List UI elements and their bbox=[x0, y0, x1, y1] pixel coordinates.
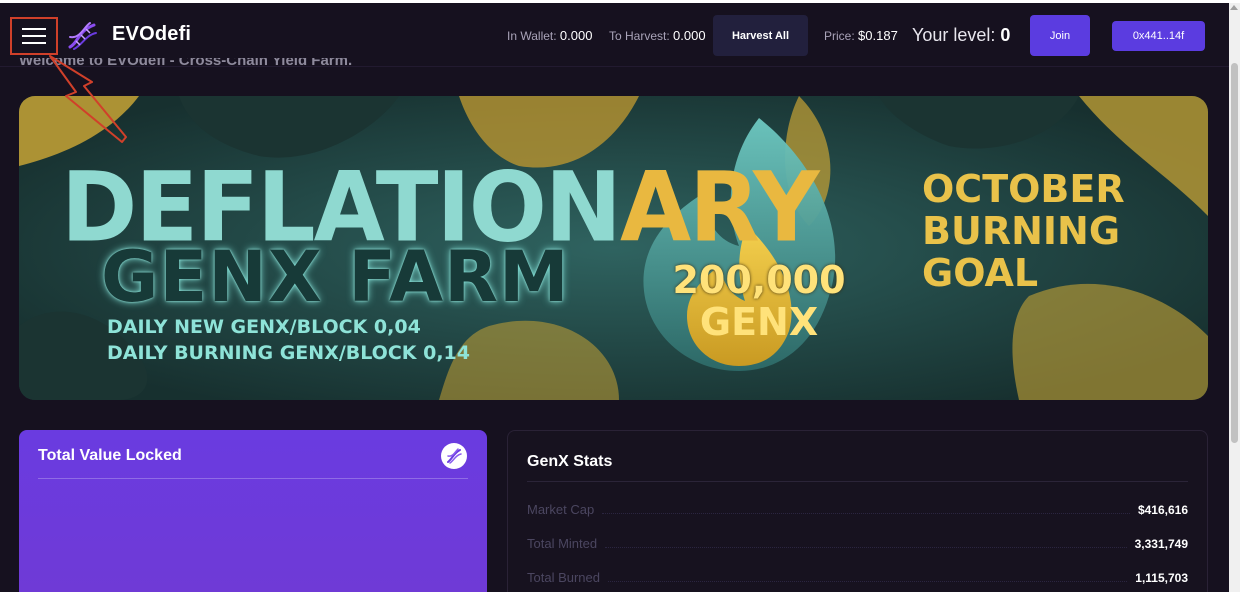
banner-goal-line2: BURNING bbox=[922, 209, 1121, 253]
brand-name[interactable]: EVOdefi bbox=[112, 23, 191, 46]
scroll-up-icon[interactable] bbox=[1230, 5, 1238, 10]
genx-stats-card: GenX Stats Market Cap $416,616 Total Min… bbox=[507, 430, 1208, 592]
stat-value: $416,616 bbox=[1137, 503, 1188, 517]
dna-logo-icon bbox=[68, 22, 97, 50]
wallet-address-button[interactable]: 0x441..14f bbox=[1112, 21, 1205, 51]
in-wallet-label: In Wallet: bbox=[507, 29, 557, 43]
in-wallet-value: 0.000 bbox=[559, 28, 593, 43]
total-value-locked-card: Total Value Locked bbox=[19, 430, 487, 592]
page-scrollbar[interactable] bbox=[1229, 3, 1240, 592]
to-harvest-stat: To Harvest: 0.000 bbox=[609, 28, 706, 43]
banner-goal-line1: OCTOBER bbox=[922, 167, 1125, 211]
stat-label: Total Burned bbox=[527, 570, 600, 585]
stat-value: 1,115,703 bbox=[1135, 571, 1188, 585]
tvl-divider bbox=[38, 478, 468, 479]
scrollbar-thumb[interactable] bbox=[1231, 63, 1238, 443]
banner-daily-burning: DAILY BURNING GENX/BLOCK 0,14 bbox=[107, 342, 470, 364]
stat-label: Market Cap bbox=[527, 502, 595, 517]
banner-goal-line3: GOAL bbox=[922, 251, 1039, 295]
genx-stats-divider bbox=[527, 481, 1188, 482]
harvest-all-button[interactable]: Harvest All bbox=[713, 15, 808, 56]
genx-stats-title: GenX Stats bbox=[527, 453, 613, 470]
stat-label: Total Minted bbox=[527, 536, 598, 551]
stat-value: 3,331,749 bbox=[1134, 537, 1188, 551]
annotation-arrow-icon bbox=[49, 55, 127, 143]
price-value: $0.187 bbox=[858, 28, 898, 43]
promo-banner[interactable]: DEFLATIONARY GENX FARM DAILY NEW GENX/BL… bbox=[19, 96, 1208, 400]
price-label: Price: bbox=[824, 29, 855, 43]
stat-row-total-minted: Total Minted 3,331,749 bbox=[527, 531, 1188, 551]
level-label: Your level: bbox=[912, 25, 996, 45]
to-harvest-label: To Harvest: bbox=[609, 29, 670, 43]
dna-badge-icon bbox=[441, 443, 467, 469]
user-level: Your level: 0 bbox=[912, 25, 1010, 46]
stat-row-total-burned: Total Burned 1,115,703 bbox=[527, 565, 1188, 585]
price-stat: Price: $0.187 bbox=[824, 28, 898, 43]
menu-icon[interactable] bbox=[10, 17, 58, 55]
tvl-title: Total Value Locked bbox=[38, 447, 182, 464]
to-harvest-value: 0.000 bbox=[673, 28, 706, 43]
join-button[interactable]: Join bbox=[1030, 15, 1090, 56]
in-wallet-stat: In Wallet: 0.000 bbox=[507, 28, 592, 43]
level-value: 0 bbox=[1000, 25, 1011, 45]
banner-goal-amount: 200,000 bbox=[672, 258, 846, 302]
banner-title-genx-farm: GENX FARM bbox=[101, 236, 570, 318]
stat-row-market-cap: Market Cap $416,616 bbox=[527, 497, 1188, 517]
banner-goal-token: GENX bbox=[699, 300, 819, 344]
banner-daily-new: DAILY NEW GENX/BLOCK 0,04 bbox=[107, 316, 421, 338]
